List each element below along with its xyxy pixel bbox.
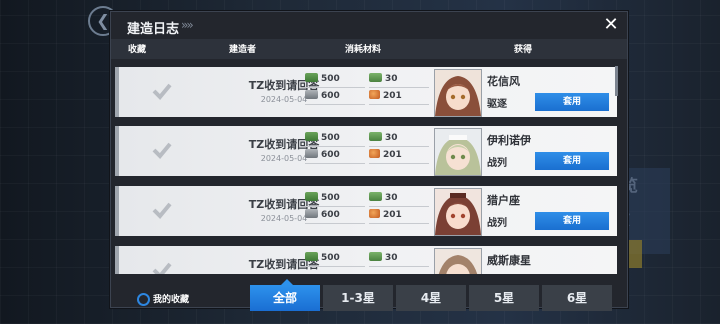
favorite-check-icon[interactable] [151, 259, 173, 274]
steel-amount: 600 [305, 209, 365, 224]
ship-portrait [434, 128, 482, 176]
list-scrollbar[interactable] [615, 66, 618, 96]
column-favorite: 收藏 [128, 45, 147, 55]
tab-all[interactable]: 全部 [250, 285, 320, 311]
table-header: 收藏 建造者 消耗材料 获得 [111, 39, 627, 59]
oil-icon [305, 192, 318, 201]
steel-icon [305, 149, 318, 158]
ammo-icon [369, 132, 382, 141]
close-button[interactable]: ✕ [600, 14, 622, 36]
ammo-amount: 30 [369, 192, 429, 207]
steel-icon [305, 209, 318, 218]
oil-icon [305, 252, 318, 261]
build-log-dialog: 建造日志 »» ✕ 收藏 建造者 消耗材料 获得 TZ收到请回答 2024-05… [110, 11, 628, 311]
oil-amount: 500 [305, 192, 365, 207]
oil-amount: 500 [305, 73, 365, 88]
tab-6-star[interactable]: 6星 [542, 285, 612, 311]
oil-amount: 500 [305, 252, 365, 267]
ship-portrait [434, 69, 482, 117]
bauxite-icon [369, 149, 380, 158]
column-result: 获得 [514, 45, 533, 55]
apply-button[interactable]: 套用 [535, 212, 609, 230]
steel-icon [305, 90, 318, 99]
ammo-amount: 30 [369, 252, 429, 267]
ammo-amount: 30 [369, 132, 429, 147]
apply-button[interactable]: 套用 [535, 152, 609, 170]
filter-bar: 我的收藏 全部 1-3星 4星 5星 6星 [111, 274, 627, 311]
ship-name: 伊利诺伊 [487, 134, 531, 147]
ship-name: 猎户座 [487, 194, 520, 207]
apply-button[interactable]: 套用 [535, 93, 609, 111]
ship-name: 花信风 [487, 75, 520, 88]
favorites-radio[interactable] [137, 293, 150, 306]
bauxite-amount: 201 [369, 149, 429, 164]
oil-amount: 500 [305, 132, 365, 147]
table-row: TZ收到请回答 2024-05-04 500 600 30 201 花信风 驱逐… [115, 67, 617, 117]
ship-portrait [434, 188, 482, 236]
favorites-label[interactable]: 我的收藏 [153, 292, 189, 305]
table-row: TZ收到请回答 2024-05-04 500 600 30 201 猎户座 战列… [115, 186, 617, 236]
bauxite-amount: 201 [369, 209, 429, 224]
table-row: TZ收到请回答 2024-05-04 500 600 30 201 伊利诺伊 战… [115, 126, 617, 176]
title-chevron-icon: »» [181, 18, 194, 32]
steel-amount: 600 [305, 149, 365, 164]
ammo-amount: 30 [369, 73, 429, 88]
bauxite-amount: 201 [369, 90, 429, 105]
favorite-check-icon[interactable] [151, 139, 173, 161]
table-row: TZ收到请回答 500 30 威斯康星 [115, 246, 617, 274]
column-builder: 建造者 [229, 45, 257, 55]
oil-icon [305, 73, 318, 82]
favorite-check-icon[interactable] [151, 80, 173, 102]
tab-5-star[interactable]: 5星 [469, 285, 539, 311]
ship-type: 战列 [487, 218, 507, 229]
build-log-list[interactable]: TZ收到请回答 2024-05-04 500 600 30 201 花信风 驱逐… [111, 62, 627, 274]
ammo-icon [369, 73, 382, 82]
tab-1-3-star[interactable]: 1-3星 [323, 285, 393, 311]
ammo-icon [369, 192, 382, 201]
steel-amount: 600 [305, 90, 365, 105]
bauxite-icon [369, 90, 380, 99]
oil-icon [305, 132, 318, 141]
column-materials: 消耗材料 [345, 45, 382, 55]
ship-name: 威斯康星 [487, 254, 531, 267]
bauxite-icon [369, 209, 380, 218]
favorite-check-icon[interactable] [151, 199, 173, 221]
ammo-icon [369, 252, 382, 261]
ship-portrait [434, 248, 482, 274]
ship-type: 战列 [487, 158, 507, 169]
dialog-title: 建造日志 [127, 22, 180, 37]
ship-type: 驱逐 [487, 99, 507, 110]
tab-4-star[interactable]: 4星 [396, 285, 466, 311]
